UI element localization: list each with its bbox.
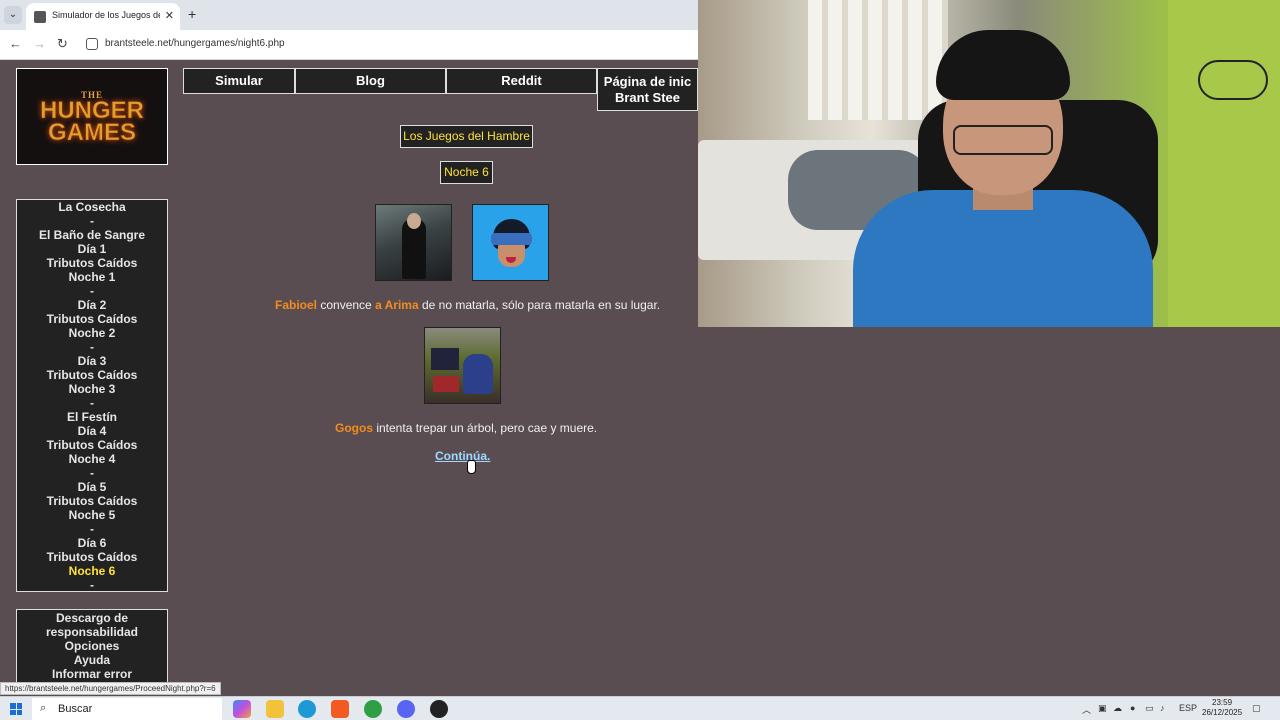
sidebar-separator: - — [90, 340, 94, 354]
tribute-avatar-fabioel — [375, 204, 452, 281]
notifications-icon[interactable]: ▢ — [1252, 703, 1261, 714]
back-icon[interactable]: ← — [9, 36, 22, 51]
chrome-icon[interactable] — [364, 700, 382, 718]
sidebar-item[interactable]: Día 3 — [17, 354, 167, 368]
event-1-text-a: convence — [317, 298, 376, 312]
logo-games: GAMES — [47, 118, 137, 146]
tribute-name-gogos: Gogos — [335, 421, 373, 435]
hunger-games-logo[interactable]: THE HUNGER GAMES — [16, 68, 168, 165]
top-navigation: Simular Blog Reddit Página de inic Brant… — [183, 68, 698, 111]
nav-blog[interactable]: Blog — [295, 68, 446, 94]
sidebar-item[interactable]: Día 5 — [17, 480, 167, 494]
clock[interactable]: 23:59 26/12/2025 — [1202, 698, 1242, 718]
brave-icon[interactable] — [331, 700, 349, 718]
volume-icon[interactable]: ♪ — [1160, 703, 1165, 713]
event-1-text-b: de no matarla, sólo para matarla en su l… — [418, 298, 661, 312]
sidebar-separator: - — [90, 396, 94, 410]
sidebar-item[interactable]: Noche 1 — [17, 270, 167, 284]
clock-time: 23:59 — [1212, 698, 1233, 707]
edge-icon[interactable] — [298, 700, 316, 718]
status-bar-url: https://brantsteele.net/hungergames/Proc… — [0, 682, 221, 695]
event-text-1: Fabioel convence a Arima de no matarla, … — [275, 298, 660, 312]
sidebar-separator: - — [90, 284, 94, 298]
nav-home-line2: Brant Stee — [614, 90, 681, 105]
language-indicator[interactable]: ESP — [1179, 703, 1197, 713]
sidebar-item[interactable]: El Festín — [17, 410, 167, 424]
sidebar-separator: - — [90, 466, 94, 480]
phase-title: Noche 6 — [440, 161, 493, 184]
tab-list-dropdown-icon[interactable]: ⌄ — [4, 6, 22, 24]
nav-home[interactable]: Página de inic Brant Stee — [597, 68, 698, 111]
sidebar-item[interactable]: Noche 6 — [17, 564, 167, 578]
sidebar-item[interactable]: Día 4 — [17, 424, 167, 438]
file-explorer-icon[interactable] — [266, 700, 284, 718]
sidebar-item-options[interactable]: Opciones — [17, 639, 167, 653]
sidebar-item[interactable]: Día 1 — [17, 242, 167, 256]
search-icon: ⌕ — [40, 702, 47, 714]
network-icon[interactable]: ▭ — [1145, 703, 1154, 714]
tray-overflow-icon[interactable]: ︿ — [1082, 703, 1091, 716]
sidebar-item[interactable]: Tributos Caídos — [17, 550, 167, 564]
nav-reddit[interactable]: Reddit — [446, 68, 597, 94]
sidebar-item[interactable]: Tributos Caídos — [17, 438, 167, 452]
windows-start-icon[interactable] — [10, 703, 22, 715]
event-text-2: Gogos intenta trepar un árbol, pero cae … — [335, 421, 597, 435]
site-info-icon[interactable] — [86, 38, 98, 50]
sidebar-item[interactable]: Tributos Caídos — [17, 256, 167, 270]
close-tab-icon[interactable]: ✕ — [165, 9, 174, 22]
clock-date: 26/12/2025 — [1202, 708, 1243, 717]
microphone-icon[interactable]: ● — [1130, 703, 1135, 713]
forward-icon[interactable]: → — [33, 36, 46, 51]
sidebar-item[interactable]: Noche 3 — [17, 382, 167, 396]
sidebar-item[interactable]: Día 2 — [17, 298, 167, 312]
sidebar-item[interactable]: La Cosecha — [17, 200, 167, 214]
tab-title: Simulador de los Juegos del Ha — [52, 10, 160, 20]
sidebar-item[interactable]: Tributos Caídos — [17, 494, 167, 508]
sidebar-item[interactable]: Tributos Caídos — [17, 312, 167, 326]
hand-cursor-icon — [467, 460, 476, 474]
windows-taskbar: ⌕ Buscar ︿ ▣ ☁ ● ▭ ♪ ESP 23:59 26/12/202… — [0, 696, 1280, 720]
tribute-avatar-gogos — [424, 327, 501, 404]
sidebar-separator: - — [90, 578, 94, 592]
sidebar-item[interactable]: Noche 2 — [17, 326, 167, 340]
sidebar-item[interactable]: Noche 5 — [17, 508, 167, 522]
sidebar-item[interactable]: Tributos Caídos — [17, 368, 167, 382]
page-title: Los Juegos del Hambre — [400, 125, 533, 148]
sidebar-separator: - — [90, 214, 94, 228]
nav-home-line1: Página de inic — [603, 74, 692, 89]
sidebar-item-help[interactable]: Ayuda — [17, 653, 167, 667]
onedrive-icon[interactable]: ☁ — [1113, 703, 1122, 714]
discord-icon[interactable] — [397, 700, 415, 718]
sidebar-item[interactable]: El Baño de Sangre — [17, 228, 167, 242]
continue-link[interactable]: Continúa. — [435, 449, 490, 463]
app-icon[interactable] — [430, 700, 448, 718]
tray-icon[interactable]: ▣ — [1098, 703, 1107, 714]
sidebar-item-disclaimer-line2[interactable]: responsabilidad — [17, 625, 167, 639]
reload-icon[interactable]: ↻ — [57, 36, 68, 52]
browser-tab[interactable]: Simulador de los Juegos del Ha ✕ — [26, 3, 180, 30]
tab-favicon-icon — [34, 11, 46, 23]
url-field[interactable]: brantsteele.net/hungergames/night6.php — [105, 38, 285, 49]
taskbar-search[interactable]: ⌕ Buscar — [32, 698, 222, 720]
sidebar-separator: - — [90, 522, 94, 536]
sidebar-item[interactable]: Noche 4 — [17, 452, 167, 466]
tribute-name-arima: a Arima — [375, 298, 419, 312]
taskbar-search-label: Buscar — [58, 703, 93, 715]
tribute-avatar-arima — [472, 204, 549, 281]
new-tab-icon[interactable]: + — [188, 6, 196, 22]
event-2-text: intenta trepar un árbol, pero cae y muer… — [373, 421, 598, 435]
nav-simular[interactable]: Simular — [183, 68, 295, 94]
sidebar-item-disclaimer-line1[interactable]: Descargo de — [17, 611, 167, 625]
tribute-name-fabioel: Fabioel — [275, 298, 318, 312]
sidebar-item-report-error[interactable]: Informar error — [17, 667, 167, 681]
webcam-overlay — [698, 0, 1280, 327]
copilot-icon[interactable] — [233, 700, 251, 718]
sidebar-item[interactable]: Día 6 — [17, 536, 167, 550]
sidebar-navigation: La Cosecha - El Baño de Sangre Día 1 Tributo… — [16, 199, 168, 592]
